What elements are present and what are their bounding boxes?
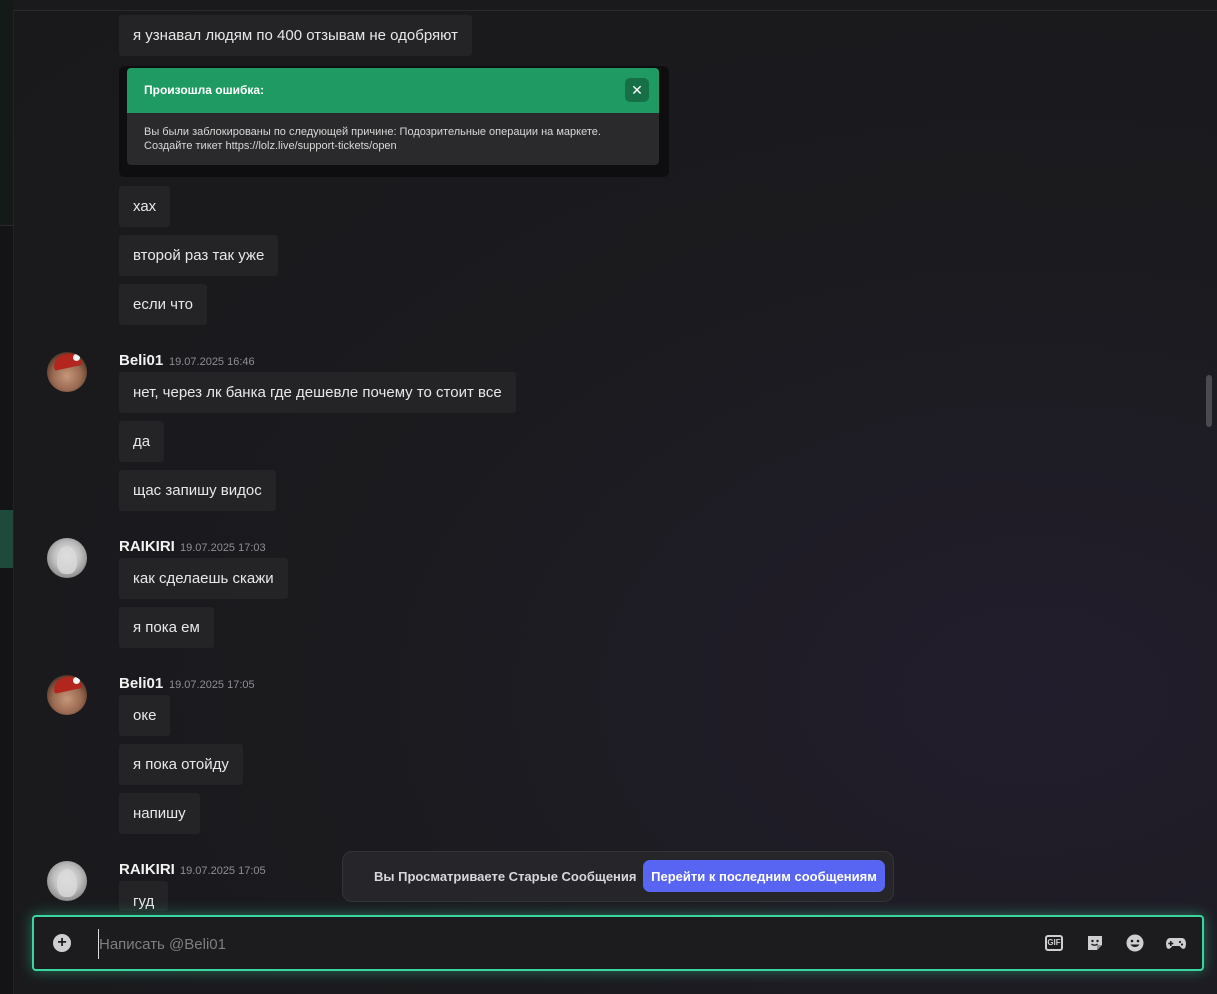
- error-dialog-screenshot: Произошла ошибка: ✕ Вы были заблокирован…: [127, 68, 659, 165]
- old-messages-notice: Вы Просматриваете Старые Сообщения: [374, 869, 637, 884]
- gamepad-icon[interactable]: [1165, 933, 1187, 953]
- message-composer: + GIF: [32, 915, 1204, 971]
- message-bubble: щас запишу видос: [119, 470, 276, 511]
- sticker-icon[interactable]: [1085, 933, 1105, 953]
- message-timestamp: 19.07.2025 17:03: [180, 542, 266, 554]
- error-dialog-body: Вы были заблокированы по следующей причи…: [144, 125, 601, 153]
- message-timestamp: 19.07.2025 16:46: [169, 356, 255, 368]
- error-dialog-header: Произошла ошибка: ✕: [127, 68, 659, 113]
- message-bubble: хах: [119, 186, 171, 227]
- avatar[interactable]: [47, 538, 87, 578]
- close-icon: ✕: [625, 78, 649, 102]
- plus-circle-icon[interactable]: +: [53, 934, 71, 952]
- error-line: Вы были заблокированы по следующей причи…: [144, 126, 601, 138]
- message-bubble: как сделаешь скажи: [119, 558, 288, 599]
- message-timestamp: 19.07.2025 17:05: [169, 679, 255, 691]
- message-bubble: гуд: [119, 881, 169, 911]
- message-bubble: я пока отойду: [119, 744, 243, 785]
- message-timestamp: 19.07.2025 17:05: [180, 865, 266, 877]
- message-author[interactable]: RAIKIRI: [119, 538, 175, 555]
- message-bubble: напишу: [119, 793, 200, 834]
- old-messages-bar: Вы Просматриваете Старые Сообщения Перей…: [342, 851, 894, 902]
- message-author[interactable]: RAIKIRI: [119, 861, 175, 878]
- message-list: я узнавал людям по 400 отзывам не одобря…: [0, 0, 1217, 911]
- message-scrollbar-track[interactable]: [1205, 10, 1213, 910]
- error-line: Создайте тикет https://lolz.live/support…: [144, 140, 397, 152]
- avatar[interactable]: [47, 352, 87, 392]
- message-bubble: если что: [119, 284, 207, 325]
- emoji-icon[interactable]: [1125, 933, 1145, 953]
- message-scrollbar-thumb[interactable]: [1206, 375, 1212, 427]
- message-author[interactable]: Beli01: [119, 675, 163, 692]
- jump-to-present-button[interactable]: Перейти к последним сообщениям: [643, 860, 885, 892]
- message-bubble: оке: [119, 695, 171, 736]
- gif-icon[interactable]: GIF: [1045, 935, 1063, 951]
- message-author[interactable]: Beli01: [119, 352, 163, 369]
- message-bubble: я пока ем: [119, 607, 214, 648]
- avatar[interactable]: [47, 675, 87, 715]
- avatar[interactable]: [47, 861, 87, 901]
- error-dialog-title: Произошла ошибка:: [144, 83, 265, 97]
- message-bubble: второй раз так уже: [119, 235, 279, 276]
- message-bubble: нет, через лк банка где дешевле почему т…: [119, 372, 516, 413]
- image-attachment[interactable]: Произошла ошибка: ✕ Вы были заблокирован…: [119, 66, 669, 177]
- message-bubble: я узнавал людям по 400 отзывам не одобря…: [119, 15, 472, 56]
- message-bubble: да: [119, 421, 165, 462]
- message-input[interactable]: [98, 929, 1001, 959]
